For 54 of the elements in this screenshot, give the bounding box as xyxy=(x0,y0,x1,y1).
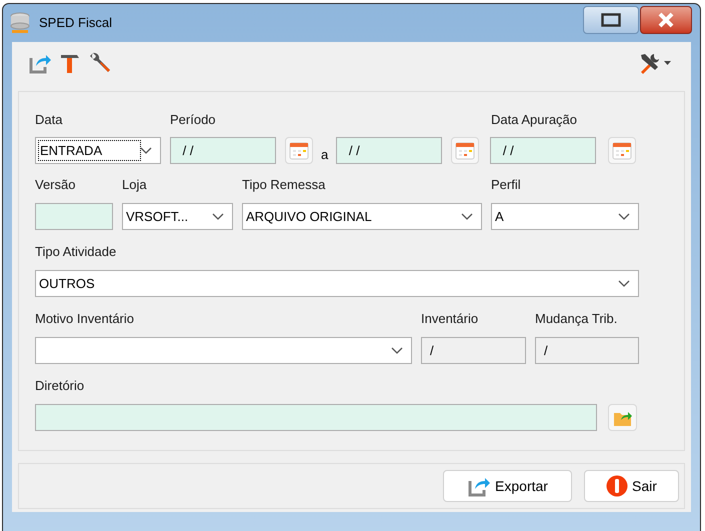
calendar-button[interactable] xyxy=(285,137,313,164)
wrench-toolbar-button[interactable] xyxy=(88,51,112,75)
field-label: Diretório xyxy=(35,378,86,393)
field-label: Data xyxy=(35,112,64,127)
range-separator: a xyxy=(321,147,328,162)
chevron-down-icon xyxy=(391,346,403,354)
calendar-button[interactable] xyxy=(451,137,480,164)
field-label: Período xyxy=(170,112,217,127)
dropdown[interactable]: ENTRADA xyxy=(35,137,161,164)
dropdown[interactable]: A xyxy=(491,203,639,230)
chevron-down-icon xyxy=(618,280,630,288)
calendar-button[interactable] xyxy=(608,137,636,164)
field-label: Loja xyxy=(122,177,148,192)
dropdown[interactable]: VRSOFT... xyxy=(122,203,233,230)
tools-menu-button[interactable] xyxy=(638,51,671,75)
input-field[interactable] xyxy=(35,404,597,431)
calendar-icon xyxy=(289,142,309,160)
field-label: Versão xyxy=(35,177,76,192)
field-label: Motivo Inventário xyxy=(35,311,135,326)
export-button[interactable]: Exportar xyxy=(443,470,572,502)
power-icon xyxy=(606,475,628,497)
maximize-button[interactable] xyxy=(583,6,639,34)
maximize-icon xyxy=(601,13,621,27)
chevron-down-icon xyxy=(461,212,473,220)
input-field[interactable] xyxy=(35,203,113,230)
calendar-icon xyxy=(612,142,632,160)
field-label: Perfil xyxy=(491,177,521,192)
exit-button[interactable]: Sair xyxy=(584,470,679,502)
input-field[interactable]: / / xyxy=(170,137,276,164)
field-label: Mudança Trib. xyxy=(535,311,618,326)
app-icon xyxy=(9,11,31,35)
folder-button[interactable] xyxy=(608,404,637,431)
chevron-down-icon xyxy=(140,146,152,154)
export-icon xyxy=(467,475,492,497)
close-button[interactable] xyxy=(640,6,692,34)
field-label: Inventário xyxy=(421,311,480,326)
chevron-down-icon xyxy=(212,212,224,220)
dropdown[interactable]: OUTROS xyxy=(35,270,639,297)
input-field[interactable]: / / xyxy=(490,137,596,164)
dropdown[interactable]: ARQUIVO ORIGINAL xyxy=(242,203,482,230)
chevron-down-icon xyxy=(618,212,630,220)
caret-icon xyxy=(664,61,671,65)
tools-icon xyxy=(638,52,660,74)
window-title: SPED Fiscal xyxy=(39,14,113,32)
field-label: Tipo Atividade xyxy=(35,244,118,259)
wrench-icon xyxy=(89,52,111,74)
field-label: Tipo Remessa xyxy=(242,177,326,192)
field-label: Data Apuração xyxy=(491,112,578,127)
calendar-icon xyxy=(455,142,476,160)
dropdown[interactable] xyxy=(35,337,412,364)
hammer-icon xyxy=(59,52,81,74)
input-field[interactable]: / / xyxy=(336,137,442,164)
close-icon xyxy=(657,12,675,28)
export-icon xyxy=(28,52,52,74)
